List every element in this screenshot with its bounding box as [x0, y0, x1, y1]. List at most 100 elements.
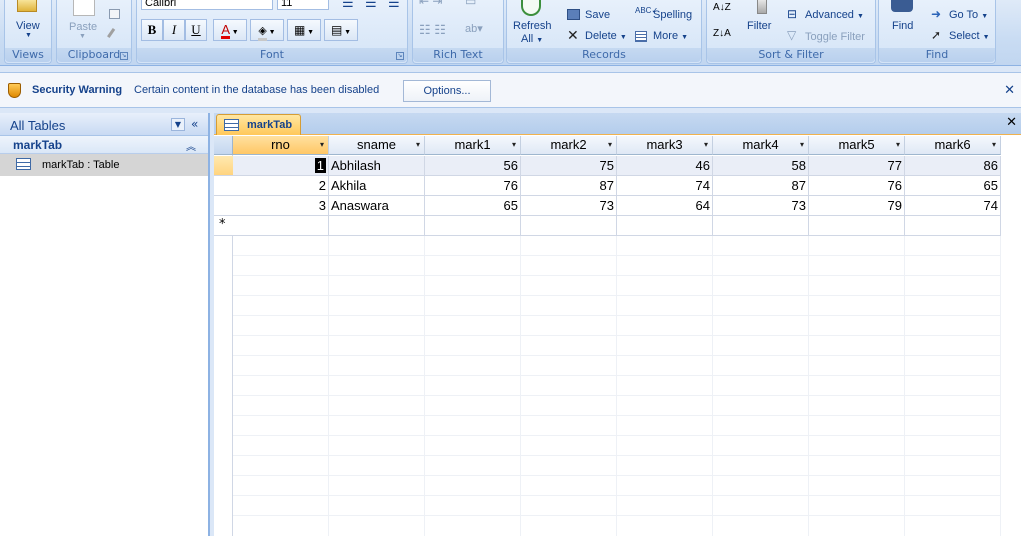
table-cell[interactable]: 56: [425, 156, 521, 176]
new-record-cell[interactable]: [713, 216, 809, 236]
table-cell[interactable]: Anaswara: [329, 196, 425, 216]
table-cell[interactable]: 75: [521, 156, 617, 176]
table-cell[interactable]: 1: [233, 156, 329, 176]
align-right-icon[interactable]: ☰: [388, 0, 400, 11]
table-cell[interactable]: 86: [905, 156, 1001, 176]
paste-dropdown-icon[interactable]: ▼: [79, 33, 86, 40]
close-icon[interactable]: ✕: [1004, 83, 1015, 98]
format-painter-icon[interactable]: [107, 28, 121, 42]
new-record-cell[interactable]: [521, 216, 617, 236]
chevron-down-icon[interactable]: ▾: [704, 136, 708, 154]
toggle-filter-button[interactable]: Toggle Filter: [805, 31, 865, 43]
alt-fill-button[interactable]: ▤ ▼: [324, 19, 358, 41]
nav-pane-header[interactable]: All Tables ▼ «: [0, 113, 208, 136]
indent-icon[interactable]: ⇤ ⇥: [419, 0, 442, 8]
bold-button[interactable]: B: [141, 19, 163, 41]
column-header-mark4[interactable]: mark4 ▾: [713, 136, 809, 155]
table-cell[interactable]: 74: [905, 196, 1001, 216]
select-button[interactable]: Select ▼: [949, 30, 990, 42]
chevron-down-icon[interactable]: ▾: [512, 136, 516, 154]
table-cell[interactable]: 77: [809, 156, 905, 176]
record-selector[interactable]: [214, 196, 233, 216]
table-cell[interactable]: 74: [617, 176, 713, 196]
table-cell[interactable]: 87: [521, 176, 617, 196]
new-record-cell[interactable]: [329, 216, 425, 236]
chevron-down-icon[interactable]: ▾: [608, 136, 612, 154]
clipboard-launcher-icon[interactable]: ↘: [120, 52, 128, 60]
sort-descending-icon[interactable]: Z↓A: [713, 28, 731, 39]
underline-button[interactable]: U: [185, 19, 207, 41]
column-header-mark2[interactable]: mark2 ▾: [521, 136, 617, 155]
chevron-down-icon[interactable]: ▾: [896, 136, 900, 154]
column-header-rno[interactable]: rno ▾: [233, 136, 329, 155]
highlight-icon[interactable]: ▭: [465, 0, 476, 8]
table-cell[interactable]: 65: [905, 176, 1001, 196]
new-record-cell[interactable]: [617, 216, 713, 236]
filter-button[interactable]: Filter: [747, 20, 771, 32]
save-button[interactable]: Save: [585, 9, 610, 21]
font-launcher-icon[interactable]: ↘: [396, 52, 404, 60]
close-icon[interactable]: ✕: [1006, 115, 1017, 130]
refresh-all-button[interactable]: Refresh: [513, 20, 552, 32]
tab-marktab[interactable]: markTab: [216, 114, 301, 135]
delete-button[interactable]: Delete ▼: [585, 30, 627, 42]
options-button[interactable]: Options...: [403, 80, 491, 102]
table-cell[interactable]: 3: [233, 196, 329, 216]
spelling-button[interactable]: Spelling: [653, 9, 692, 21]
table-cell[interactable]: 76: [809, 176, 905, 196]
more-button[interactable]: More ▼: [653, 30, 688, 42]
column-header-mark5[interactable]: mark5 ▾: [809, 136, 905, 155]
column-header-sname[interactable]: sname ▾: [329, 136, 425, 155]
new-record-cell[interactable]: [233, 216, 329, 236]
advanced-button[interactable]: Advanced ▼: [805, 9, 864, 21]
nav-group-marktab[interactable]: markTab ︽: [0, 136, 208, 154]
table-cell[interactable]: 2: [233, 176, 329, 196]
refresh-all-sub[interactable]: All ▼: [521, 33, 543, 45]
font-color-button[interactable]: A ▼: [213, 19, 247, 41]
table-cell[interactable]: 58: [713, 156, 809, 176]
numbering-icon[interactable]: ☷ ☷: [419, 22, 446, 38]
table-cell[interactable]: 73: [713, 196, 809, 216]
chevron-up-icon[interactable]: ︽: [186, 138, 196, 153]
collapse-pane-icon[interactable]: «: [191, 117, 198, 131]
chevron-down-icon[interactable]: ▾: [416, 136, 420, 154]
font-name-combo[interactable]: Calibri: [141, 0, 273, 10]
new-record-selector[interactable]: *: [214, 216, 233, 236]
italic-button[interactable]: I: [163, 19, 185, 41]
table-cell[interactable]: 46: [617, 156, 713, 176]
record-selector[interactable]: [214, 156, 233, 176]
column-header-mark6[interactable]: mark6 ▾: [905, 136, 1001, 155]
chevron-down-icon[interactable]: ▼: [171, 118, 185, 131]
table-cell[interactable]: 64: [617, 196, 713, 216]
font-size-combo[interactable]: 11: [277, 0, 329, 10]
table-cell[interactable]: 87: [713, 176, 809, 196]
fill-color-button[interactable]: ◈ ▼: [250, 19, 284, 41]
table-cell[interactable]: Abhilash: [329, 156, 425, 176]
column-header-mark3[interactable]: mark3 ▾: [617, 136, 713, 155]
select-all-corner[interactable]: [214, 136, 233, 155]
view-button[interactable]: View: [16, 20, 40, 32]
align-center-icon[interactable]: ☰: [365, 0, 377, 11]
align-left-icon[interactable]: ☰: [342, 0, 354, 11]
column-header-mark1[interactable]: mark1 ▾: [425, 136, 521, 155]
table-cell[interactable]: 79: [809, 196, 905, 216]
table-cell[interactable]: 76: [425, 176, 521, 196]
text-direction-icon[interactable]: ab▾: [465, 22, 483, 35]
record-selector[interactable]: [214, 176, 233, 196]
find-button[interactable]: Find: [892, 20, 913, 32]
table-cell[interactable]: Akhila: [329, 176, 425, 196]
gridlines-button[interactable]: ▦ ▼: [287, 19, 321, 41]
table-cell[interactable]: 73: [521, 196, 617, 216]
sort-filter-dropdown-icon[interactable]: ▾: [320, 136, 324, 154]
table-cell[interactable]: 65: [425, 196, 521, 216]
new-record-cell[interactable]: [809, 216, 905, 236]
nav-item-marktab-table[interactable]: markTab : Table: [0, 154, 208, 176]
paste-button[interactable]: Paste: [69, 21, 97, 33]
chevron-down-icon[interactable]: ▾: [800, 136, 804, 154]
view-dropdown-icon[interactable]: ▼: [25, 32, 32, 39]
new-record-cell[interactable]: [905, 216, 1001, 236]
copy-icon[interactable]: [109, 9, 120, 19]
chevron-down-icon[interactable]: ▾: [992, 136, 996, 154]
new-record-cell[interactable]: [425, 216, 521, 236]
sort-ascending-icon[interactable]: A↓Z: [713, 2, 731, 13]
